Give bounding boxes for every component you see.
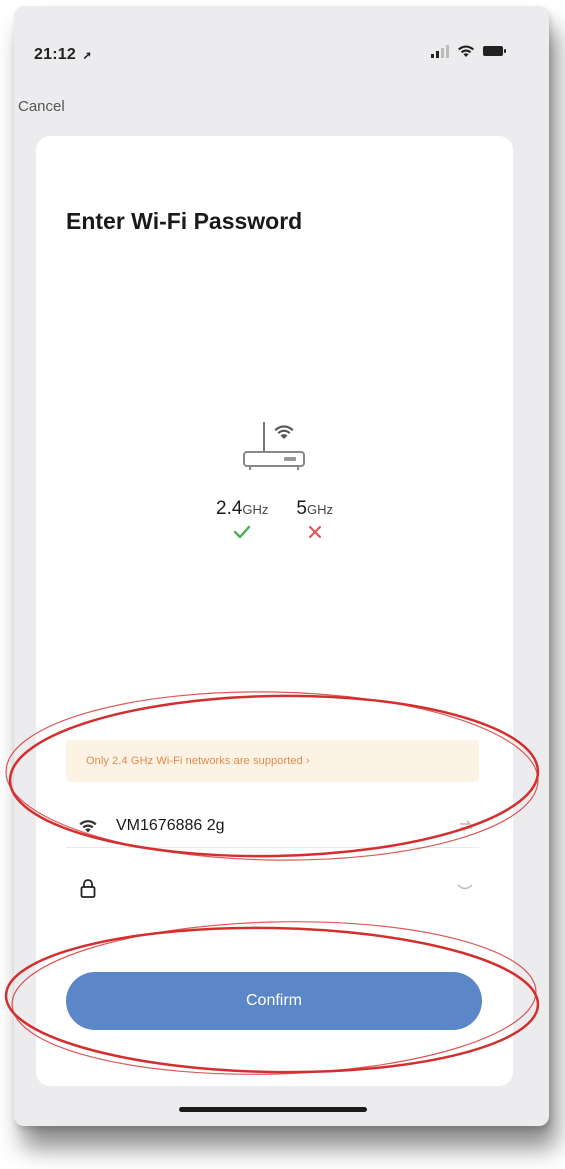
- lock-icon: [80, 879, 96, 898]
- network-ssid: VM1676886 2g: [116, 816, 225, 834]
- band-notice-banner[interactable]: Only 2.4 GHz Wi-Fi networks are supporte…: [66, 740, 479, 782]
- band-notice-text: Only 2.4 GHz Wi-Fi networks are supporte…: [86, 755, 310, 767]
- clock-text: 21:12: [34, 46, 76, 63]
- status-icons: [431, 44, 506, 58]
- page-title: Enter Wi-Fi Password: [66, 208, 303, 234]
- band-2-4ghz-label: 2.4GHz: [216, 498, 268, 520]
- battery-icon: [483, 46, 506, 56]
- band-2-4ghz-unit: GHz: [242, 502, 269, 517]
- check-icon: [234, 525, 251, 539]
- password-input[interactable]: [112, 878, 457, 898]
- band-2-4ghz: 2.4GHz: [216, 498, 268, 540]
- router-icon: [243, 422, 305, 470]
- switch-network-icon[interactable]: [459, 820, 473, 832]
- wifi-status-icon: [458, 45, 474, 57]
- band-5ghz-label: 5GHz: [296, 498, 333, 520]
- band-5ghz: 5GHz: [296, 498, 333, 540]
- cross-icon: [308, 525, 321, 539]
- content-card: Enter Wi-Fi Password 2.4GHz 5GHz Only 2.…: [36, 136, 513, 1086]
- band-5ghz-unit: GHz: [307, 502, 333, 517]
- status-bar: 21:12 ➚: [14, 6, 549, 76]
- home-indicator: [179, 1107, 367, 1112]
- status-time: 21:12 ➚: [34, 46, 92, 64]
- location-arrow-icon: ➚: [82, 50, 92, 62]
- band-2-4ghz-value: 2.4: [216, 498, 243, 519]
- phone-screen: 21:12 ➚ Cancel Enter Wi-Fi Password 2.4G…: [14, 6, 549, 1126]
- cellular-signal-icon: [431, 45, 449, 58]
- cancel-button[interactable]: Cancel: [14, 98, 69, 115]
- screenshot-stage: 21:12 ➚ Cancel Enter Wi-Fi Password 2.4G…: [0, 0, 565, 1169]
- eye-closed-icon[interactable]: [457, 883, 473, 893]
- wifi-icon: [79, 819, 97, 832]
- band-5ghz-value: 5: [296, 498, 307, 519]
- password-field[interactable]: [66, 866, 479, 910]
- network-field[interactable]: VM1676886 2g: [66, 804, 479, 848]
- confirm-button[interactable]: Confirm: [66, 972, 482, 1030]
- band-compatibility: 2.4GHz 5GHz: [36, 498, 513, 540]
